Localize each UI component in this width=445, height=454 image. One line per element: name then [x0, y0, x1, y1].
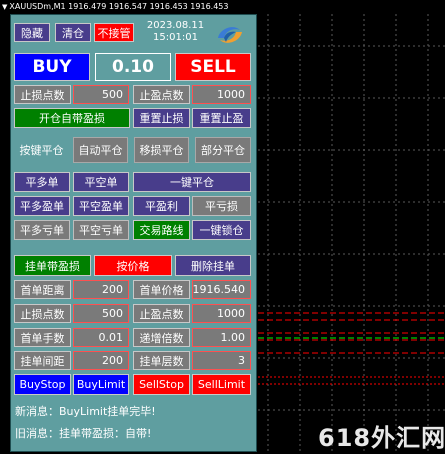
- first-lot-label: 首单手数: [14, 328, 71, 347]
- server-datetime: 2023.08.11 15:01:01: [143, 20, 208, 44]
- clear-button[interactable]: 清仓: [55, 23, 91, 42]
- watermark-text: 618外汇网: [318, 424, 445, 452]
- tab-partial-close[interactable]: 部分平仓: [195, 137, 251, 163]
- buy-button[interactable]: BUY: [14, 53, 90, 81]
- trade-route-button[interactable]: 交易路线: [133, 220, 190, 240]
- close-sell-profit-button[interactable]: 平空盈单: [73, 196, 129, 216]
- pending-sl-label: 止损点数: [14, 304, 71, 323]
- close-loss-button[interactable]: 平亏损: [192, 196, 251, 216]
- close-buy-button[interactable]: 平多单: [14, 172, 70, 192]
- date-text: 2023.08.11: [146, 20, 205, 31]
- first-price-input[interactable]: 1916.540: [192, 280, 251, 299]
- pending-sltp-tab[interactable]: 挂单带盈损: [14, 255, 91, 276]
- first-price-label: 首单价格: [133, 280, 190, 299]
- close-buy-profit-button[interactable]: 平多盈单: [14, 196, 70, 216]
- buy-stop-button[interactable]: BuyStop: [14, 374, 71, 395]
- no-manage-button[interactable]: 不接管: [94, 23, 134, 42]
- tp-points-input[interactable]: 1000: [192, 85, 251, 104]
- swirl-logo-icon: [218, 27, 242, 43]
- sell-limit-button[interactable]: SellLimit: [192, 374, 251, 395]
- symbol-price-text: XAUUSDm,M1 1916.479 1916.547 1916.453 19…: [9, 2, 229, 11]
- sell-stop-button[interactable]: SellStop: [133, 374, 190, 395]
- tab-key-close[interactable]: 按键平仓: [14, 137, 69, 163]
- delete-pending-button[interactable]: 删除挂单: [175, 255, 251, 276]
- new-message-text: 新消息：BuyLimit挂单完毕!: [15, 405, 156, 418]
- tp-points-label: 止盈点数: [133, 85, 190, 104]
- close-sell-button[interactable]: 平空单: [73, 172, 129, 192]
- first-distance-input[interactable]: 200: [73, 280, 129, 299]
- close-profit-button[interactable]: 平盈利: [133, 196, 190, 216]
- multiplier-input[interactable]: 1.00: [192, 328, 251, 347]
- old-message-text: 旧消息：挂单带盈损：自带!: [15, 427, 152, 440]
- buy-limit-button[interactable]: BuyLimit: [73, 374, 129, 395]
- sl-points-input[interactable]: 500: [73, 85, 129, 104]
- first-lot-input[interactable]: 0.01: [73, 328, 129, 347]
- reset-sl-button[interactable]: 重置止损: [133, 108, 190, 128]
- lock-all-button[interactable]: 一键锁仓: [192, 220, 251, 240]
- tab-auto-close[interactable]: 自动平仓: [73, 137, 128, 163]
- hide-button[interactable]: 隐藏: [14, 23, 50, 42]
- spacing-label: 挂单间距: [14, 351, 71, 370]
- lot-size-input[interactable]: 0.10: [95, 53, 171, 81]
- close-all-button[interactable]: 一键平仓: [133, 172, 251, 192]
- pending-tp-label: 止盈点数: [133, 304, 190, 323]
- close-buy-loss-button[interactable]: 平多亏单: [14, 220, 70, 240]
- trade-panel: 隐藏 清仓 不接管 2023.08.11 15:01:01 BUY 0.10 S…: [10, 14, 257, 452]
- multiplier-label: 递增倍数: [133, 328, 190, 347]
- pending-sl-input[interactable]: 500: [73, 304, 129, 323]
- close-sell-loss-button[interactable]: 平空亏单: [73, 220, 129, 240]
- auto-sltp-button[interactable]: 开仓自带盈损: [14, 108, 130, 128]
- symbol-info-bar: ▼ XAUUSDm,M1 1916.479 1916.547 1916.453 1…: [0, 0, 228, 13]
- sell-button[interactable]: SELL: [175, 53, 251, 81]
- spacing-input[interactable]: 200: [73, 351, 129, 370]
- time-text: 15:01:01: [153, 32, 198, 43]
- first-distance-label: 首单距离: [14, 280, 71, 299]
- sl-points-label: 止损点数: [14, 85, 71, 104]
- reset-tp-button[interactable]: 重置止盈: [192, 108, 251, 128]
- triangle-down-icon: ▼: [2, 3, 8, 11]
- layers-label: 挂单层数: [133, 351, 190, 370]
- tab-trailing-close[interactable]: 移损平仓: [134, 137, 189, 163]
- layers-input[interactable]: 3: [192, 351, 251, 370]
- pending-tp-input[interactable]: 1000: [192, 304, 251, 323]
- pending-by-price-tab[interactable]: 按价格: [94, 255, 172, 276]
